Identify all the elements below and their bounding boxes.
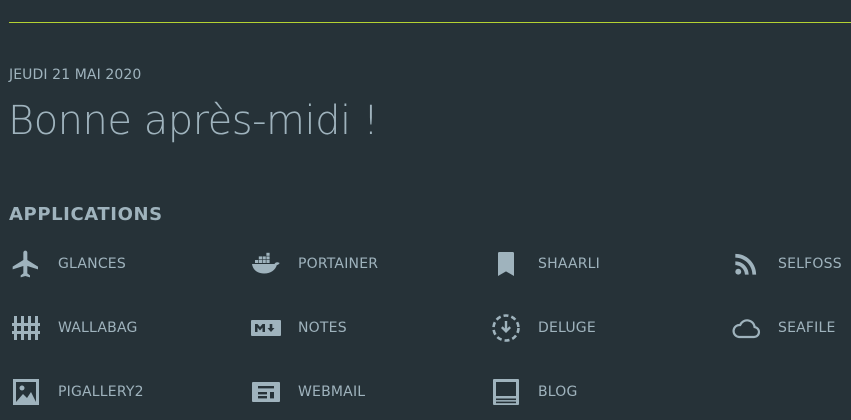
header-divider [9,22,851,23]
greeting-heading: Bonne après-midi ! [8,98,379,144]
app-label: NOTES [298,320,347,336]
image-icon [10,376,42,408]
download-circle-icon [490,312,522,344]
mail-card-icon [250,376,282,408]
app-label: SHAARLI [538,256,601,272]
docker-icon [250,248,282,280]
app-blog[interactable]: BLOG [490,372,720,412]
markdown-icon [250,312,282,344]
bookmark-icon [490,248,522,280]
app-portainer[interactable]: PORTAINER [250,244,480,284]
date-label: JEUDI 21 MAI 2020 [9,67,142,83]
cloud-icon [730,312,762,344]
app-notes[interactable]: NOTES [250,308,480,348]
page: JEUDI 21 MAI 2020 Bonne après-midi ! APP… [0,0,851,420]
app-deluge[interactable]: DELUGE [490,308,720,348]
app-label: SEAFILE [778,320,836,336]
applications-grid: GLANCES PORTAINER SHAARLI SELFOSS WALLAB… [10,244,851,414]
wallabag-icon [10,312,42,344]
app-selfoss[interactable]: SELFOSS [730,244,851,284]
blog-icon [490,376,522,408]
app-label: DELUGE [538,320,596,336]
app-wallabag[interactable]: WALLABAG [10,308,240,348]
app-shaarli[interactable]: SHAARLI [490,244,720,284]
app-label: BLOG [538,384,578,400]
app-glances[interactable]: GLANCES [10,244,240,284]
app-label: PORTAINER [298,256,379,272]
applications-section-title: APPLICATIONS [9,204,163,225]
app-webmail[interactable]: WEBMAIL [250,372,480,412]
app-label: GLANCES [58,256,126,272]
app-label: PIGALLERY2 [58,384,144,400]
app-label: WALLABAG [58,320,138,336]
app-label: WEBMAIL [298,384,366,400]
app-seafile[interactable]: SEAFILE [730,308,851,348]
app-label: SELFOSS [778,256,842,272]
rss-icon [730,248,762,280]
app-pigallery2[interactable]: PIGALLERY2 [10,372,240,412]
airplane-icon [10,248,42,280]
